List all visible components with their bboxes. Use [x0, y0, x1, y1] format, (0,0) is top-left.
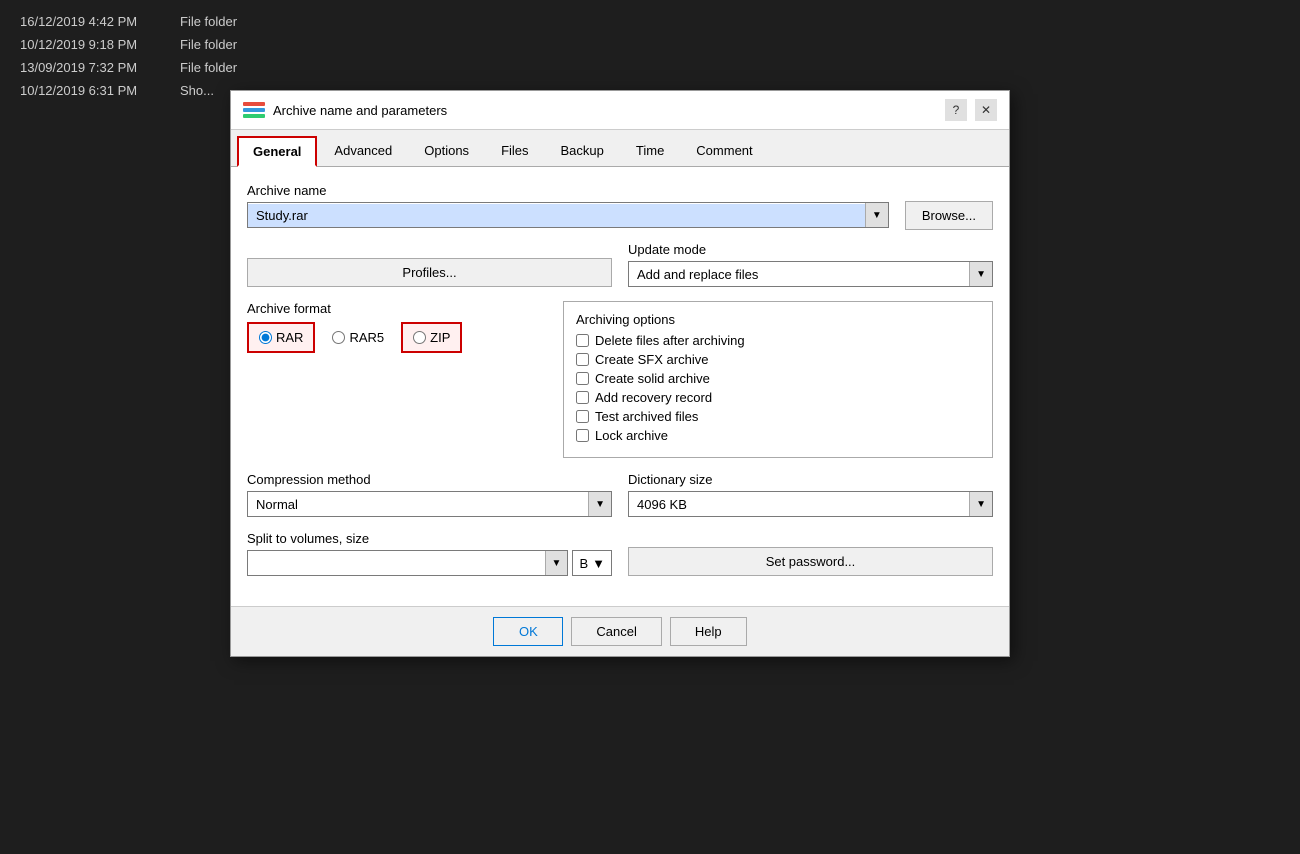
checkbox-test-input[interactable] [576, 410, 589, 423]
dialog-titlebar: Archive name and parameters ? ✕ [231, 91, 1009, 130]
checkbox-recovery-label: Add recovery record [595, 390, 712, 405]
archiving-options-label: Archiving options [576, 312, 980, 327]
update-mode-value: Add and replace files [629, 263, 969, 286]
radio-zip-label: ZIP [430, 330, 450, 345]
password-section: Set password... [628, 547, 993, 576]
compression-arrow[interactable]: ▼ [588, 492, 611, 516]
bg-row-3: 13/09/2019 7:32 PM File folder [20, 56, 1280, 79]
radio-rar-label: RAR [276, 330, 303, 345]
archiving-options-section: Archiving options Delete files after arc… [563, 301, 993, 458]
split-input-field[interactable]: ▼ [247, 550, 568, 576]
compress-dict-row: Compression method Normal ▼ Dictionary s… [247, 472, 993, 517]
tab-general[interactable]: General [237, 136, 317, 167]
profiles-button[interactable]: Profiles... [247, 258, 612, 287]
checkbox-delete-files[interactable]: Delete files after archiving [576, 333, 980, 348]
checkbox-solid-input[interactable] [576, 372, 589, 385]
compression-method-label: Compression method [247, 472, 612, 487]
tab-options[interactable]: Options [409, 136, 484, 166]
dialog-title-left: Archive name and parameters [243, 102, 447, 118]
ok-button[interactable]: OK [493, 617, 563, 646]
checkbox-delete-files-input[interactable] [576, 334, 589, 347]
dialog-footer: OK Cancel Help [231, 606, 1009, 656]
update-mode-section: Update mode Add and replace files ▼ [628, 242, 993, 287]
close-button[interactable]: ✕ [975, 99, 997, 121]
checkbox-solid-label: Create solid archive [595, 371, 710, 386]
split-inputs: ▼ B ▼ [247, 550, 612, 576]
cancel-button[interactable]: Cancel [571, 617, 661, 646]
checkbox-solid[interactable]: Create solid archive [576, 371, 980, 386]
format-radios: RAR RAR5 ZIP [247, 322, 547, 353]
dictionary-arrow[interactable]: ▼ [969, 492, 992, 516]
dictionary-size-label: Dictionary size [628, 472, 993, 487]
bg-row-1: 16/12/2019 4:42 PM File folder [20, 10, 1280, 33]
archive-name-value: Study.rar [248, 204, 865, 227]
dialog-content: Archive name Study.rar ▼ Browse... Profi… [231, 167, 1009, 606]
checkbox-recovery[interactable]: Add recovery record [576, 390, 980, 405]
profiles-update-row: Profiles... Update mode Add and replace … [247, 242, 993, 287]
update-mode-label: Update mode [628, 242, 993, 257]
set-password-button[interactable]: Set password... [628, 547, 993, 576]
split-volumes-label: Split to volumes, size [247, 531, 612, 546]
dictionary-dropdown[interactable]: 4096 KB ▼ [628, 491, 993, 517]
split-unit-selector[interactable]: B ▼ [572, 550, 612, 576]
profiles-section: Profiles... [247, 258, 612, 287]
split-value [248, 559, 545, 567]
dialog-title-buttons: ? ✕ [945, 99, 997, 121]
checkbox-test[interactable]: Test archived files [576, 409, 980, 424]
split-unit-arrow: ▼ [592, 556, 605, 571]
radio-zip[interactable]: ZIP [401, 322, 462, 353]
tab-time[interactable]: Time [621, 136, 679, 166]
update-mode-arrow[interactable]: ▼ [969, 262, 992, 286]
checkbox-sfx-label: Create SFX archive [595, 352, 708, 367]
tab-advanced[interactable]: Advanced [319, 136, 407, 166]
archive-name-dropdown[interactable]: Study.rar ▼ [247, 202, 889, 228]
checkbox-test-label: Test archived files [595, 409, 698, 424]
checkbox-lock-label: Lock archive [595, 428, 668, 443]
archive-format-label: Archive format [247, 301, 547, 316]
format-options-row: Archive format RAR RAR5 ZIP [247, 301, 993, 458]
app-icon [243, 102, 265, 118]
radio-rar-input[interactable] [259, 331, 272, 344]
dictionary-section: Dictionary size 4096 KB ▼ [628, 472, 993, 517]
checkbox-sfx[interactable]: Create SFX archive [576, 352, 980, 367]
update-mode-dropdown[interactable]: Add and replace files ▼ [628, 261, 993, 287]
radio-rar5-label: RAR5 [349, 330, 384, 345]
archive-format-section: Archive format RAR RAR5 ZIP [247, 301, 547, 458]
browse-button[interactable]: Browse... [905, 201, 993, 230]
dictionary-value: 4096 KB [629, 493, 969, 516]
checkbox-lock[interactable]: Lock archive [576, 428, 980, 443]
dialog-title: Archive name and parameters [273, 103, 447, 118]
checkbox-recovery-input[interactable] [576, 391, 589, 404]
archive-name-row: Archive name Study.rar ▼ Browse... [247, 183, 993, 230]
split-unit-value: B [579, 556, 588, 571]
split-section: Split to volumes, size ▼ B ▼ [247, 531, 612, 576]
compression-value: Normal [248, 493, 588, 516]
checkbox-sfx-input[interactable] [576, 353, 589, 366]
help-footer-button[interactable]: Help [670, 617, 747, 646]
tab-comment[interactable]: Comment [681, 136, 767, 166]
radio-zip-input[interactable] [413, 331, 426, 344]
compression-section: Compression method Normal ▼ [247, 472, 612, 517]
radio-rar5-input[interactable] [332, 331, 345, 344]
split-dropdown-arrow[interactable]: ▼ [545, 551, 568, 575]
checkbox-lock-input[interactable] [576, 429, 589, 442]
archive-name-arrow[interactable]: ▼ [865, 203, 888, 227]
tab-backup[interactable]: Backup [546, 136, 619, 166]
compression-dropdown[interactable]: Normal ▼ [247, 491, 612, 517]
bg-row-2: 10/12/2019 9:18 PM File folder [20, 33, 1280, 56]
radio-rar5[interactable]: RAR5 [321, 323, 395, 352]
help-button[interactable]: ? [945, 99, 967, 121]
dialog: Archive name and parameters ? ✕ General … [230, 90, 1010, 657]
checkbox-delete-files-label: Delete files after archiving [595, 333, 745, 348]
split-password-row: Split to volumes, size ▼ B ▼ Set passwor… [247, 531, 993, 576]
tab-bar: General Advanced Options Files Backup Ti… [231, 130, 1009, 167]
tab-files[interactable]: Files [486, 136, 543, 166]
archive-name-label: Archive name [247, 183, 889, 198]
archive-name-section: Archive name Study.rar ▼ [247, 183, 889, 228]
radio-rar[interactable]: RAR [247, 322, 315, 353]
